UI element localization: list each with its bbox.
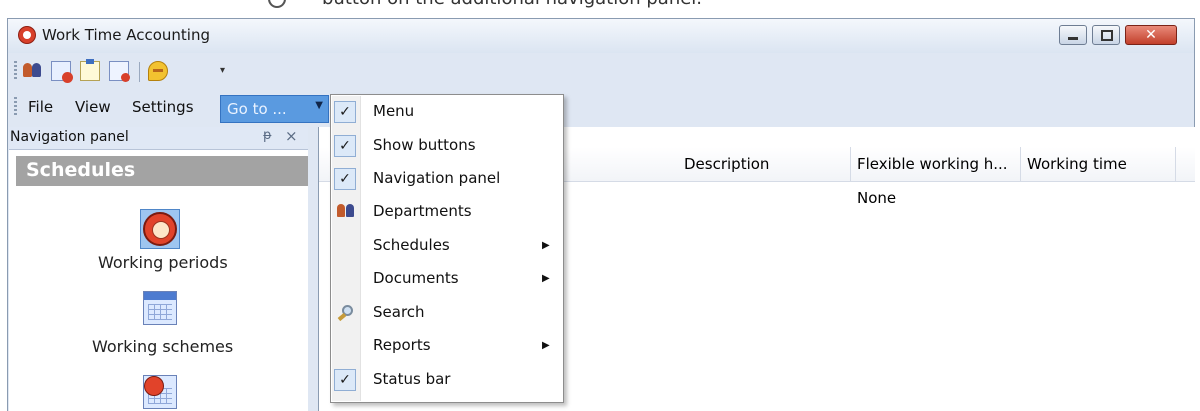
menu-item-label: Reports (373, 336, 431, 354)
caption-text: button on the additional navigation pane… (322, 0, 702, 9)
submenu-arrow-icon: ▶ (542, 273, 550, 284)
search-icon (337, 304, 355, 322)
documents-icon[interactable] (80, 59, 100, 81)
menu-item-schedules[interactable]: Schedules ▶ (331, 230, 563, 263)
menu-item-menu[interactable]: ✓ Menu (331, 96, 563, 129)
nav-close-icon[interactable]: × (285, 127, 298, 145)
menu-item-documents[interactable]: Documents ▶ (331, 263, 563, 296)
submenu-arrow-icon: ▶ (542, 240, 550, 251)
nav-group-label: Schedules (26, 159, 136, 181)
nav-group-schedules[interactable]: Schedules (16, 156, 308, 186)
nav-panel-header: Navigation panel ᵽ × (9, 127, 308, 150)
goto-dropdown-menu: ✓ Menu ✓ Show buttons ✓ Navigation panel… (330, 94, 564, 403)
menu-item-label: Menu (373, 102, 415, 120)
feedback-icon[interactable] (148, 61, 168, 81)
reports-icon[interactable] (109, 61, 130, 82)
column-description[interactable]: Description (677, 147, 851, 181)
navigation-panel: Navigation panel ᵽ × Schedules Working p… (9, 127, 308, 411)
toolbar-separator (139, 62, 140, 82)
menu-settings[interactable]: Settings (132, 98, 194, 116)
menu-item-departments[interactable]: Departments (331, 196, 563, 229)
window-title: Work Time Accounting (42, 26, 210, 44)
menubar-grip-icon[interactable] (14, 97, 17, 117)
calendar-icon[interactable] (143, 291, 177, 325)
menu-item-label: Search (373, 303, 425, 321)
toolbar-grip-icon[interactable] (14, 61, 17, 81)
menu-item-label: Documents (373, 269, 459, 287)
goto-label: Go to ... (227, 100, 287, 118)
check-icon: ✓ (334, 101, 356, 123)
menu-item-label: Navigation panel (373, 169, 501, 187)
menu-view[interactable]: View (75, 98, 111, 116)
menu-file[interactable]: File (28, 98, 53, 116)
clock-icon[interactable] (143, 212, 177, 246)
pin-icon[interactable]: ᵽ (263, 128, 272, 143)
nav-item-working-periods[interactable]: Working periods (98, 253, 228, 272)
goto-menu-button[interactable]: Go to ... ▼ (220, 95, 329, 123)
check-icon: ✓ (334, 135, 356, 157)
departments-icon[interactable] (22, 61, 42, 81)
maximize-button[interactable] (1092, 25, 1120, 45)
dropdown-arrow-icon: ▼ (315, 100, 323, 111)
toolbar: ▾ (8, 53, 1194, 89)
menu-item-label: Departments (373, 202, 472, 220)
toolbar-overflow-icon[interactable]: ▾ (220, 65, 225, 76)
app-window: Work Time Accounting ✕ ▾ File View Setti… (7, 18, 1195, 411)
submenu-arrow-icon: ▶ (542, 340, 550, 351)
column-flexible[interactable]: Flexible working h... (850, 147, 1021, 181)
top-caption: button on the additional navigation pane… (268, 0, 702, 9)
title-bar[interactable]: Work Time Accounting ✕ (8, 19, 1194, 53)
menu-item-reports[interactable]: Reports ▶ (331, 330, 563, 363)
panel-splitter[interactable] (308, 127, 318, 411)
minimize-button[interactable] (1059, 25, 1087, 45)
menu-item-label: Show buttons (373, 136, 476, 154)
column-working-time[interactable]: Working time (1020, 147, 1176, 181)
app-clock-icon (18, 26, 36, 44)
caption-bullet-icon (268, 0, 286, 8)
departments-icon (337, 203, 355, 221)
close-button[interactable]: ✕ (1125, 25, 1177, 45)
check-icon: ✓ (334, 168, 356, 190)
menu-item-search[interactable]: Search (331, 297, 563, 330)
nav-item-working-schemes[interactable]: Working schemes (92, 337, 233, 356)
menu-item-navigation-panel[interactable]: ✓ Navigation panel (331, 163, 563, 196)
check-icon: ✓ (334, 369, 356, 391)
cell-flexible[interactable]: None (857, 189, 896, 207)
menu-item-label: Status bar (373, 370, 451, 388)
menu-item-show-buttons[interactable]: ✓ Show buttons (331, 130, 563, 163)
menu-item-status-bar[interactable]: ✓ Status bar (331, 364, 563, 397)
menu-item-label: Schedules (373, 236, 450, 254)
nav-panel-title: Navigation panel (10, 129, 129, 145)
close-icon: ✕ (1145, 27, 1157, 43)
calendar-clock-icon[interactable] (143, 375, 177, 409)
menu-bar: File View Settings Go to ... ▼ (8, 89, 1194, 127)
schedules-icon[interactable] (51, 61, 73, 83)
